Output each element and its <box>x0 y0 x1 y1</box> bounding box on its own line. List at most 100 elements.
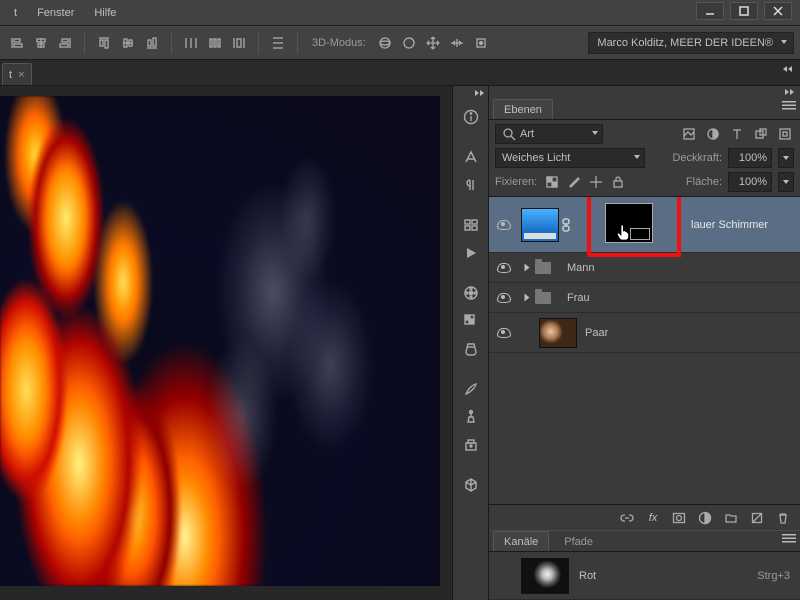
new-layer-icon[interactable] <box>748 509 766 527</box>
lock-label: Fixieren: <box>495 176 537 188</box>
layer-thumb-adjustment[interactable] <box>521 208 559 242</box>
document-tab-title: t <box>9 69 12 81</box>
layer-name[interactable]: lauer Schimmer <box>691 219 768 231</box>
mask-link-icon[interactable] <box>559 218 573 232</box>
channel-shortcut: Strg+3 <box>757 570 790 582</box>
distribute-v-icon[interactable] <box>267 32 289 54</box>
layer-thumb-paar[interactable] <box>539 318 577 348</box>
play-panel-icon[interactable] <box>456 240 486 266</box>
fill-field[interactable]: 100% <box>728 172 772 192</box>
close-tab-icon[interactable]: × <box>18 69 24 81</box>
pan-3d-icon[interactable] <box>422 32 444 54</box>
delete-layer-icon[interactable] <box>774 509 792 527</box>
layer-group-frau[interactable]: Frau <box>489 283 800 313</box>
3d-panel-icon[interactable] <box>456 472 486 498</box>
opacity-stepper[interactable] <box>778 148 794 168</box>
layer-visibility-icon[interactable] <box>497 328 511 338</box>
distribute-h3-icon[interactable] <box>228 32 250 54</box>
blend-mode-value: Weiches Licht <box>502 152 570 164</box>
lock-all-icon[interactable] <box>609 173 627 191</box>
align-bottom-icon[interactable] <box>141 32 163 54</box>
collapse-doc-arrow-icon[interactable] <box>783 66 792 72</box>
filter-shape-icon[interactable] <box>752 125 770 143</box>
glyphs-panel-icon[interactable] <box>456 212 486 238</box>
window-minimize-button[interactable] <box>696 2 724 20</box>
layer-filter-kind-dropdown[interactable]: Art <box>495 124 603 144</box>
new-group-icon[interactable] <box>722 509 740 527</box>
layer-blauer-schimmer[interactable]: lauer Schimmer <box>489 197 800 253</box>
chevron-down-icon <box>634 155 640 159</box>
layer-name[interactable]: Paar <box>585 327 608 339</box>
align-left-icon[interactable] <box>6 32 28 54</box>
character-panel-icon[interactable] <box>456 144 486 170</box>
opacity-field[interactable]: 100% <box>728 148 772 168</box>
lock-pixels-icon[interactable] <box>565 173 583 191</box>
layer-fx-icon[interactable]: fx <box>644 509 662 527</box>
filter-type-icon[interactable] <box>728 125 746 143</box>
window-maximize-button[interactable] <box>730 2 758 20</box>
layer-name[interactable]: Frau <box>567 292 590 304</box>
slide-3d-icon[interactable] <box>446 32 468 54</box>
menu-item-hilfe[interactable]: Hilfe <box>84 3 126 23</box>
document-tab[interactable]: t × <box>2 63 32 85</box>
dock-collapse-icon[interactable] <box>453 90 488 102</box>
color-panel-icon[interactable] <box>456 280 486 306</box>
filter-smart-icon[interactable] <box>776 125 794 143</box>
channel-rot[interactable]: Rot Strg+3 <box>489 552 800 600</box>
tab-pfade[interactable]: Pfade <box>553 531 604 551</box>
add-mask-icon[interactable] <box>670 509 688 527</box>
new-adjustment-icon[interactable] <box>696 509 714 527</box>
layer-visibility-icon[interactable] <box>497 263 511 273</box>
align-right-icon[interactable] <box>54 32 76 54</box>
brush-presets-panel-icon[interactable] <box>456 404 486 430</box>
separator <box>84 32 85 54</box>
main-area: Ebenen Art <box>0 86 800 600</box>
window-close-button[interactable] <box>764 2 792 20</box>
blend-mode-dropdown[interactable]: Weiches Licht <box>495 148 645 168</box>
align-center-h-icon[interactable] <box>30 32 52 54</box>
swatches-panel-icon[interactable] <box>456 308 486 334</box>
layer-group-mann[interactable]: Mann <box>489 253 800 283</box>
styles-panel-icon[interactable] <box>456 336 486 362</box>
menu-bar: t Fenster Hilfe <box>0 0 800 26</box>
canvas[interactable] <box>0 86 452 600</box>
document-tab-strip: t × <box>0 60 800 86</box>
scale-3d-icon[interactable] <box>470 32 492 54</box>
layer-mask-thumbnail[interactable] <box>605 203 653 243</box>
group-disclosure-icon[interactable] <box>525 264 530 272</box>
layer-paar[interactable]: Paar <box>489 313 800 353</box>
layer-name[interactable]: Mann <box>567 262 595 274</box>
right-panel-stack: Ebenen Art <box>488 86 800 600</box>
fx-label: fx <box>649 512 658 524</box>
menu-item-t[interactable]: t <box>4 3 27 23</box>
layer-visibility-icon[interactable] <box>497 293 511 303</box>
align-center-v-icon[interactable] <box>117 32 139 54</box>
chevron-down-icon <box>592 131 598 135</box>
group-disclosure-icon[interactable] <box>525 294 530 302</box>
channel-thumb[interactable] <box>521 558 569 594</box>
tab-ebenen[interactable]: Ebenen <box>493 99 553 119</box>
layers-panel-menu-icon[interactable] <box>782 101 796 111</box>
clone-source-panel-icon[interactable] <box>456 432 486 458</box>
tab-kanaele[interactable]: Kanäle <box>493 531 549 551</box>
rpanel-collapse[interactable] <box>489 86 800 98</box>
lock-position-icon[interactable] <box>587 173 605 191</box>
layer-visibility-icon[interactable] <box>497 220 511 230</box>
distribute-h-icon[interactable] <box>180 32 202 54</box>
roll-3d-icon[interactable] <box>398 32 420 54</box>
info-panel-icon[interactable] <box>456 104 486 130</box>
filter-adjust-icon[interactable] <box>704 125 722 143</box>
panel-dock <box>452 86 488 600</box>
filter-pixel-icon[interactable] <box>680 125 698 143</box>
link-layers-icon[interactable] <box>618 509 636 527</box>
paragraph-panel-icon[interactable] <box>456 172 486 198</box>
channels-panel-menu-icon[interactable] <box>782 534 796 544</box>
distribute-h2-icon[interactable] <box>204 32 226 54</box>
orbit-3d-icon[interactable] <box>374 32 396 54</box>
lock-transparent-icon[interactable] <box>543 173 561 191</box>
brush-panel-icon[interactable] <box>456 376 486 402</box>
menu-item-fenster[interactable]: Fenster <box>27 3 84 23</box>
align-top-icon[interactable] <box>93 32 115 54</box>
fill-stepper[interactable] <box>778 172 794 192</box>
workspace-switcher[interactable]: Marco Kolditz, MEER DER IDEEN® <box>588 32 794 54</box>
